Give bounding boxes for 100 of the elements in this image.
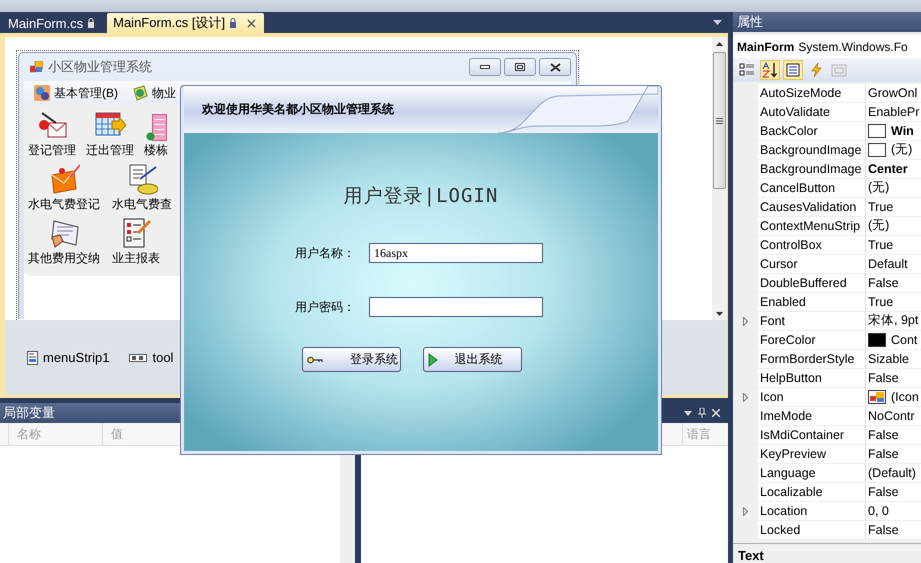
- property-value[interactable]: 宋体, 9pt: [868, 312, 918, 330]
- property-value[interactable]: Cont: [891, 332, 918, 347]
- toolbar-button[interactable]: 水电气费登记: [28, 163, 100, 213]
- close-icon[interactable]: [247, 18, 256, 28]
- property-value[interactable]: Win: [891, 124, 914, 138]
- expand-icon[interactable]: [743, 506, 748, 516]
- property-name[interactable]: CancelButton: [758, 178, 866, 198]
- login-heading: 用户登录|LOGIN: [344, 184, 498, 209]
- expand-icon[interactable]: [743, 316, 748, 326]
- tool-strip-icon: [129, 354, 148, 362]
- app-icon: [868, 390, 886, 404]
- banner-title: 欢迎使用华美名都小区物业管理系统: [202, 101, 394, 118]
- scroll-up-icon[interactable]: [716, 42, 723, 46]
- dropdown-icon[interactable]: [713, 20, 722, 25]
- property-name[interactable]: BackgroundImage: [758, 140, 866, 160]
- property-name[interactable]: BackColor: [758, 122, 866, 141]
- building-icon: [146, 114, 166, 141]
- property-name[interactable]: HelpButton: [758, 368, 866, 388]
- property-name[interactable]: Icon: [758, 388, 866, 407]
- property-value[interactable]: Default: [868, 256, 908, 271]
- input-field[interactable]: [369, 297, 543, 317]
- property-name[interactable]: ControlBox: [758, 236, 866, 255]
- document-tab[interactable]: MainForm.cs: [2, 13, 104, 33]
- property-name[interactable]: Enabled: [758, 292, 866, 312]
- toolbar-button[interactable]: 其他费用交纳: [28, 217, 100, 267]
- property-value[interactable]: GrowOnl: [868, 86, 918, 100]
- pin-icon[interactable]: [698, 408, 706, 418]
- property-name[interactable]: ForeColor: [758, 330, 866, 350]
- component-item[interactable]: tool: [129, 350, 174, 365]
- property-name[interactable]: AutoSizeMode: [758, 84, 866, 103]
- scroll-thumb[interactable]: [713, 52, 726, 189]
- maximize-icon: [515, 63, 525, 71]
- key-icon: [307, 356, 323, 364]
- property-name[interactable]: ContextMenuStrip: [758, 216, 866, 236]
- property-value[interactable]: False: [868, 446, 899, 461]
- property-value[interactable]: True: [868, 238, 894, 252]
- property-name[interactable]: FormBorderStyle: [758, 350, 866, 369]
- properties-button[interactable]: [783, 60, 803, 80]
- property-value[interactable]: Center: [868, 162, 908, 176]
- property-value[interactable]: (无): [891, 141, 912, 158]
- property-name[interactable]: DoubleBuffered: [758, 274, 866, 293]
- toolbar-button[interactable]: 楼栋: [144, 109, 168, 159]
- property-value[interactable]: (无): [868, 217, 890, 234]
- dropdown-icon[interactable]: [684, 410, 692, 416]
- property-value[interactable]: False: [868, 276, 899, 290]
- property-value[interactable]: False: [868, 484, 899, 499]
- panel-title: 属性: [737, 13, 763, 32]
- expand-icon[interactable]: [743, 392, 748, 402]
- image-preview: [868, 142, 886, 157]
- property-name[interactable]: CausesValidation: [758, 198, 866, 217]
- exit-button[interactable]: 退出系统: [423, 347, 522, 372]
- maximize-button[interactable]: [504, 58, 536, 76]
- property-value[interactable]: (无): [868, 179, 890, 196]
- component-item[interactable]: menuStrip1: [27, 350, 110, 365]
- property-name[interactable]: ImeMode: [758, 406, 866, 426]
- property-value[interactable]: False: [868, 522, 899, 537]
- menu-icon: [132, 85, 148, 101]
- property-name[interactable]: Localizable: [758, 482, 866, 502]
- panel-title: 局部变量: [3, 404, 55, 422]
- properties-icon: [785, 62, 801, 78]
- property-name[interactable]: Cursor: [758, 254, 866, 274]
- property-value[interactable]: True: [868, 200, 894, 214]
- minimize-button[interactable]: [469, 58, 501, 76]
- property-name[interactable]: Font: [758, 312, 866, 331]
- property-name[interactable]: Language: [758, 464, 866, 483]
- app-icon: [30, 61, 43, 73]
- toolbar-button[interactable]: 登记管理: [28, 109, 76, 159]
- close-button[interactable]: [539, 58, 571, 76]
- toolbar-button[interactable]: 迁出管理: [86, 109, 134, 159]
- property-value[interactable]: EnablePr: [868, 104, 920, 119]
- menu-icon: [34, 85, 50, 101]
- scroll-down-icon[interactable]: [716, 312, 723, 316]
- property-value[interactable]: (Icon: [891, 390, 919, 404]
- input-field[interactable]: 16aspx: [369, 243, 543, 263]
- menu-item[interactable]: 基本管理(B): [34, 84, 118, 102]
- property-value[interactable]: True: [868, 294, 894, 309]
- property-name[interactable]: Locked: [758, 520, 866, 540]
- property-value[interactable]: False: [868, 370, 899, 385]
- description-title: Text: [738, 548, 764, 563]
- login-button[interactable]: 登录系统: [302, 347, 401, 372]
- property-value[interactable]: 0, 0: [868, 504, 889, 518]
- categorized-icon: [739, 62, 755, 78]
- property-name[interactable]: KeyPreview: [758, 444, 866, 464]
- property-value[interactable]: Sizable: [868, 352, 909, 366]
- property-name[interactable]: AutoValidate: [758, 102, 866, 122]
- toolbar-button[interactable]: 水电气费查: [112, 163, 172, 213]
- menu-item[interactable]: 物业: [132, 84, 176, 102]
- property-name[interactable]: IsMdiContainer: [758, 426, 866, 445]
- close-icon: [550, 62, 560, 72]
- property-name[interactable]: Location: [758, 502, 866, 521]
- property-value[interactable]: (Default): [868, 466, 916, 480]
- toolbar-button[interactable]: 业主报表: [112, 217, 160, 267]
- property-name[interactable]: BackgroundImage: [758, 160, 866, 179]
- scrollbar[interactable]: [712, 37, 727, 320]
- property-value[interactable]: False: [868, 428, 899, 442]
- sort-alphabetical-button[interactable]: [760, 60, 780, 80]
- document-tab[interactable]: MainForm.cs [设计]: [107, 13, 264, 33]
- form-title: 小区物业管理系统: [48, 58, 152, 76]
- property-value[interactable]: NoContr: [868, 408, 915, 423]
- object-name: MainForm: [737, 40, 794, 54]
